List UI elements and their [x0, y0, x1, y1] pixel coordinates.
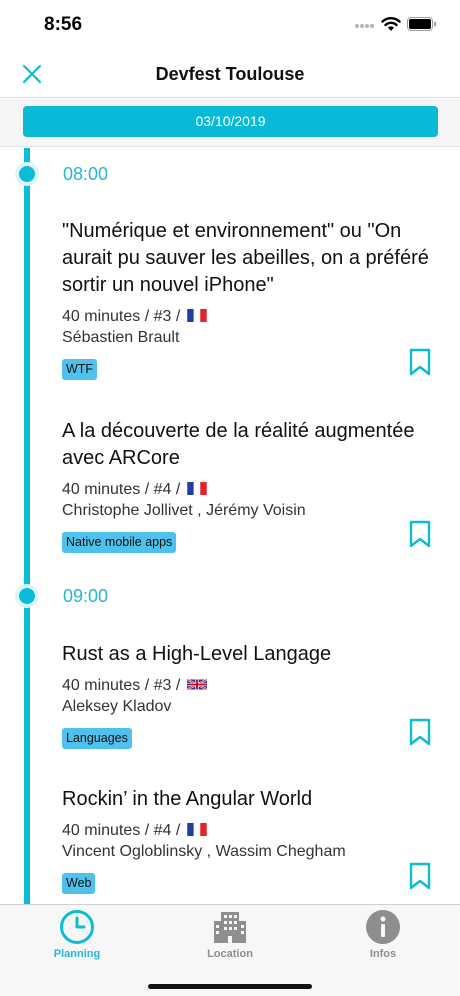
schedule-list[interactable]: 08:00 "Numérique et environnement" ou "O… [0, 148, 460, 904]
info-icon [366, 910, 400, 944]
talk-card[interactable]: Rust as a High-Level Langage 40 minutes … [62, 641, 442, 749]
talk-card[interactable]: "Numérique et environnement" ou "On aura… [62, 218, 442, 380]
bookmark-icon[interactable] [409, 718, 431, 746]
bookmark-icon[interactable] [409, 520, 431, 548]
tab-infos[interactable]: Infos [328, 909, 438, 969]
talk-duration-room: 40 minutes / #4 / [62, 481, 181, 498]
home-indicator [148, 984, 312, 989]
talk-meta: 40 minutes / #3 / [62, 676, 442, 696]
talk-meta: 40 minutes / #4 / [62, 821, 442, 841]
fr-flag-icon [187, 823, 207, 836]
date-selector[interactable]: 03/10/2019 [23, 106, 438, 137]
tab-label: Planning [53, 948, 101, 960]
bookmark-icon[interactable] [409, 348, 431, 376]
talk-title: A la découverte de la réalité augmentée … [62, 420, 415, 469]
tab-label: Location [207, 948, 253, 960]
talk-speakers: Vincent Ogloblinsky , Wassim Chegham [62, 843, 346, 860]
tab-planning[interactable]: Planning [22, 909, 132, 969]
talk-duration-room: 40 minutes / #3 / [62, 677, 181, 694]
building-icon [214, 912, 246, 943]
timeline-dot [15, 162, 39, 186]
date-bar: 03/10/2019 [0, 99, 460, 147]
battery-icon [407, 17, 436, 31]
fr-flag-icon [187, 309, 207, 322]
timeline-line [24, 148, 30, 904]
talk-title: Rockin’ in the Angular World [62, 788, 313, 810]
time-slot-label: 08:00 [63, 164, 109, 184]
navigation-bar: Devfest Toulouse [0, 50, 460, 98]
tab-bar: Planning Location Infos [0, 904, 460, 996]
talk-meta: 40 minutes / #3 / [62, 307, 442, 327]
track-tag: Web [62, 873, 96, 894]
uk-flag-icon [186, 678, 207, 691]
talk-duration-room: 40 minutes / #4 / [62, 822, 181, 839]
track-tag: Languages [62, 728, 132, 749]
tab-label: Infos [369, 948, 397, 960]
talk-title: "Numérique et environnement" ou "On aura… [62, 220, 429, 296]
cellular-signal-icon [355, 24, 375, 30]
wifi-icon [381, 17, 401, 31]
talk-speakers: Christophe Jollivet , Jérémy Voisin [62, 502, 306, 519]
talk-title: Rust as a High-Level Langage [62, 643, 332, 665]
talk-meta: 40 minutes / #4 / [62, 480, 442, 500]
track-tag: WTF [62, 359, 98, 380]
talk-card[interactable]: A la découverte de la réalité augmentée … [62, 418, 442, 553]
talk-speakers: Aleksey Kladov [62, 698, 172, 715]
talk-speakers: Sébastien Brault [62, 329, 180, 346]
clock-icon [60, 910, 94, 944]
status-bar: 8:56 [0, 0, 460, 50]
fr-flag-icon [187, 482, 207, 495]
status-time: 8:56 [44, 14, 83, 35]
timeline-dot [15, 584, 39, 608]
talk-duration-room: 40 minutes / #3 / [62, 308, 181, 325]
talk-card[interactable]: Rockin’ in the Angular World 40 minutes … [62, 786, 442, 894]
page-title: Devfest Toulouse [155, 64, 305, 84]
bookmark-icon[interactable] [409, 862, 431, 890]
time-slot-label: 09:00 [63, 586, 109, 606]
tab-location[interactable]: Location [175, 909, 285, 969]
track-tag: Native mobile apps [62, 532, 177, 553]
